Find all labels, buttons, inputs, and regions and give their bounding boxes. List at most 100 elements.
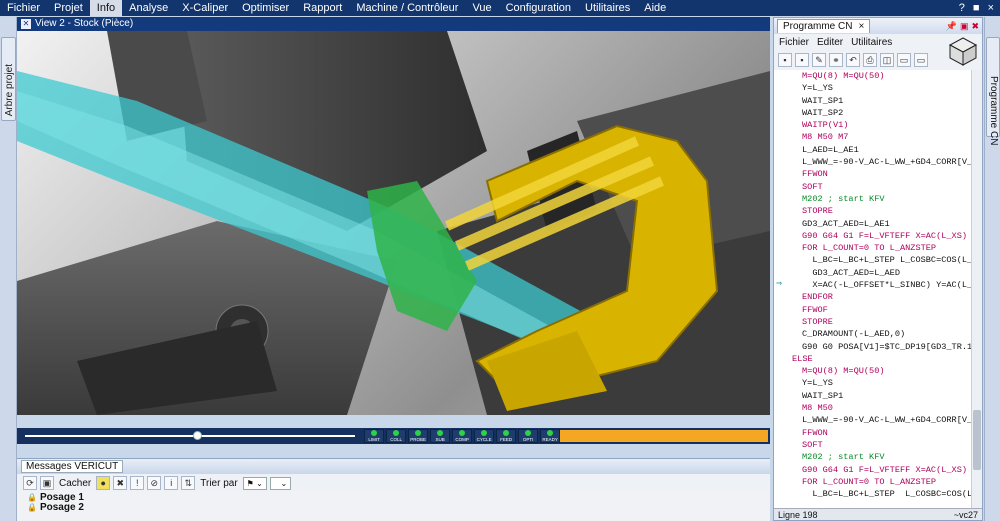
speed-slider[interactable] — [25, 428, 355, 444]
menu-item-optimiser[interactable]: Optimiser — [235, 0, 296, 16]
menu-item-utilitaires[interactable]: Utilitaires — [578, 0, 637, 16]
tab-programme-cn[interactable]: Programme CN — [986, 37, 1000, 145]
float-icon[interactable]: ▣ — [960, 21, 969, 32]
undo-icon[interactable]: ↶ — [846, 53, 860, 67]
code-line[interactable]: G90 G0 POSA[V1]=$TC_DP19[GD3_TR.1 — [774, 341, 972, 353]
scroll-thumb[interactable] — [973, 410, 981, 470]
code-line[interactable]: GD3_ACT_AED=L_AE1 — [774, 218, 972, 230]
sort-icon[interactable]: ⇅ — [181, 476, 196, 490]
code-text: Y=L_YS — [802, 83, 833, 94]
code-line[interactable]: GD3_ACT_AED=L_AED — [774, 267, 972, 279]
filter-icon[interactable]: ● — [96, 476, 111, 490]
code-line[interactable]: M202 ; start KFV — [774, 451, 972, 463]
code-line[interactable]: M=QU(8) M=QU(50) — [774, 365, 972, 377]
menu-item-fichier[interactable]: Fichier — [0, 0, 47, 16]
code-text: G90 G0 POSA[V1]=$TC_DP19[GD3_TR.1 — [802, 341, 972, 352]
tab-arbre-projet[interactable]: Arbre projet — [1, 37, 16, 121]
menu-item-vue[interactable]: Vue — [465, 0, 498, 16]
code-line[interactable]: M8 M50 M7 — [774, 131, 972, 143]
close-window-icon[interactable]: × — [988, 2, 994, 14]
code-line[interactable]: L_WWW_=-90-V_AC-L_WW_+GD4_CORR[V_ — [774, 414, 972, 426]
code-line[interactable]: WAIT_SP1 — [774, 390, 972, 402]
cnc-menu-editer[interactable]: Editer — [817, 37, 843, 48]
code-line[interactable]: WAIT_SP2 — [774, 107, 972, 119]
menu-item-rapport[interactable]: Rapport — [296, 0, 349, 16]
cnc-code-editor[interactable]: M=QU(8) M=QU(50) Y=L_YS WAIT_SP1 WAIT_SP2 WA… — [774, 70, 972, 510]
filter-dropdown[interactable]: ⌄ — [269, 476, 292, 490]
view-cube-icon[interactable] — [948, 36, 978, 66]
code-line[interactable]: ENDFOR — [774, 291, 972, 303]
code-line[interactable]: L_BC=L_BC+L_STEP L_COSBC=COS(L_ — [774, 488, 972, 500]
code-line[interactable]: G90 G64 G1 F=L_VFTEFF X=AC(L_XS) — [774, 464, 972, 476]
led-light — [547, 430, 554, 436]
code-line[interactable]: WAITP(V1) — [774, 119, 972, 131]
code-line[interactable]: G90 G64 G1 F=L_VFTEFF X=AC(L_XS) — [774, 230, 972, 242]
code-line[interactable]: STOPRE — [774, 205, 972, 217]
hide-icon[interactable]: ▣ — [40, 476, 54, 490]
binoculars-icon[interactable]: ⚭ — [829, 53, 843, 67]
help-icon[interactable]: ? — [959, 2, 965, 14]
list-item-label: Posage 2 — [39, 501, 84, 513]
clear-icon[interactable]: ⊘ — [147, 476, 162, 490]
list-item[interactable]: 🔒 Posage 2 — [27, 501, 770, 513]
close-icon[interactable]: × — [858, 20, 864, 33]
code-line[interactable]: STOPRE — [774, 316, 972, 328]
code-line[interactable]: M202 ; start KFV — [774, 193, 972, 205]
menu-item-machine-contr-leur[interactable]: Machine / Contrôleur — [349, 0, 465, 16]
comment-icon[interactable]: ▭ — [897, 53, 911, 67]
cnc-menu-fichier[interactable]: Fichier — [779, 37, 809, 48]
code-text: G90 G64 G1 F=L_VFTEFF X=AC(L_XS) — [802, 464, 968, 475]
sort-dropdown[interactable]: ⚑ ⌄ — [242, 476, 267, 490]
messages-panel: Messages VERICUT ⟳ ▣ Cacher ● ✖ ! ⊘ i ⇅ … — [17, 458, 770, 521]
view-title-bar: ✕ View 2 - Stock (Pièce) — [17, 17, 770, 31]
error-filter-icon[interactable]: ✖ — [113, 476, 128, 490]
menu-item-projet[interactable]: Projet — [47, 0, 90, 16]
code-line[interactable]: Y=L_YS — [774, 82, 972, 94]
code-line[interactable]: L_AED=L_AE1 — [774, 144, 972, 156]
code-line[interactable]: M=QU(8) M=QU(50) — [774, 70, 972, 82]
led-light — [525, 430, 532, 436]
code-line[interactable]: C_DRAMOUNT(-L_AED,0) — [774, 328, 972, 340]
info-filter-icon[interactable]: i — [164, 476, 179, 490]
menu-item-configuration[interactable]: Configuration — [499, 0, 578, 16]
code-text: FOR L_COUNT=0 TO L_ANZSTEP — [802, 243, 937, 254]
print-icon[interactable]: ⎙ — [863, 53, 877, 67]
3d-viewport[interactable] — [17, 31, 770, 415]
code-line[interactable]: M8 M50 — [774, 402, 972, 414]
messages-tab[interactable]: Messages VERICUT — [21, 460, 124, 473]
code-line[interactable]: ELSE — [774, 353, 972, 365]
menu-item-x-caliper[interactable]: X-Caliper — [175, 0, 235, 16]
hide-label[interactable]: Cacher — [57, 478, 93, 489]
code-line[interactable]: ⇒ X=AC(-L_OFFSET*L_SINBC) Y=AC(L_ — [774, 279, 972, 291]
code-line[interactable]: FFWOF — [774, 304, 972, 316]
close-panel-icon[interactable]: ✖ — [971, 21, 979, 32]
code-line[interactable]: FFWON — [774, 427, 972, 439]
split-view-icon[interactable]: ◫ — [880, 53, 894, 67]
list-item[interactable]: 🔒 Posage 1 — [27, 492, 770, 503]
code-line[interactable]: Y=L_YS — [774, 377, 972, 389]
code-line[interactable]: L_BC=L_BC+L_STEP L_COSBC=COS(L_ — [774, 254, 972, 266]
menu-item-info[interactable]: Info — [89, 0, 123, 16]
code-line[interactable]: FOR L_COUNT=0 TO L_ANZSTEP — [774, 242, 972, 254]
open-icon[interactable]: ▪ — [795, 53, 809, 67]
restore-icon[interactable]: ■ — [973, 2, 980, 14]
cnc-tab[interactable]: Programme CN × — [777, 19, 871, 33]
cnc-scrollbar[interactable] — [971, 70, 982, 510]
lock-icon: 🔒 — [27, 502, 37, 512]
warning-filter-icon[interactable]: ! — [130, 476, 145, 490]
code-line[interactable]: FOR L_COUNT=0 TO L_ANZSTEP — [774, 476, 972, 488]
cnc-menu-utilitaires[interactable]: Utilitaires — [851, 37, 892, 48]
menu-item-analyse[interactable]: Analyse — [122, 0, 175, 16]
code-line[interactable]: WAIT_SP1 — [774, 95, 972, 107]
slider-thumb[interactable] — [192, 431, 202, 440]
menu-item-aide[interactable]: Aide — [637, 0, 673, 16]
pin-icon[interactable]: 📌 — [946, 21, 957, 32]
code-line[interactable]: FFWON — [774, 168, 972, 180]
save-icon[interactable]: ▪ — [778, 53, 792, 67]
comment-alt-icon[interactable]: ▭ — [914, 53, 928, 67]
code-line[interactable]: L_WWW_=-90-V_AC-L_WW_+GD4_CORR[V_ — [774, 156, 972, 168]
refresh-icon[interactable]: ⟳ — [23, 476, 37, 490]
code-line[interactable]: SOFT — [774, 439, 972, 451]
edit-icon[interactable]: ✎ — [812, 53, 826, 67]
code-line[interactable]: SOFT — [774, 181, 972, 193]
